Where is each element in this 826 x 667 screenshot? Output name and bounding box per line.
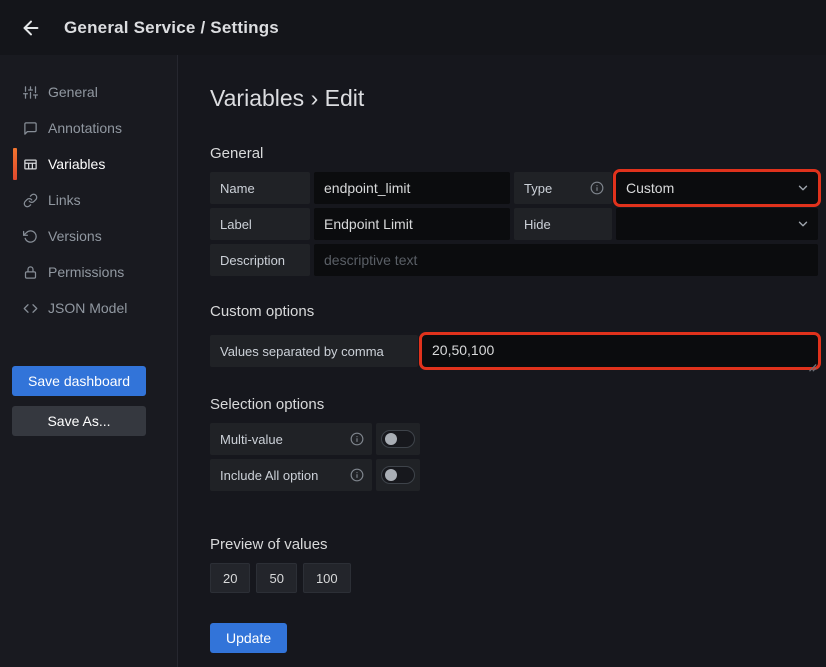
update-button[interactable]: Update bbox=[210, 623, 287, 653]
back-button[interactable] bbox=[16, 13, 46, 43]
chevron-down-icon bbox=[796, 217, 810, 231]
include-all-label-text: Include All option bbox=[220, 468, 318, 483]
save-dashboard-button[interactable]: Save dashboard bbox=[12, 366, 146, 396]
sidebar-item-label: Annotations bbox=[48, 120, 122, 136]
include-all-toggle[interactable] bbox=[376, 459, 420, 491]
values-row: Values separated by comma 20,50,100 bbox=[210, 335, 818, 367]
hide-label-text: Hide bbox=[524, 217, 551, 232]
info-icon[interactable] bbox=[350, 468, 364, 482]
general-section-heading: General bbox=[210, 145, 263, 162]
selection-options-heading: Selection options bbox=[210, 396, 324, 413]
comment-icon bbox=[22, 120, 38, 136]
table-icon bbox=[22, 156, 38, 172]
preview-chips: 20 50 100 bbox=[210, 563, 351, 593]
label-input[interactable] bbox=[314, 208, 510, 240]
hide-select[interactable] bbox=[616, 208, 818, 240]
variables-edit-panel: Variables › Edit General Name Type Custo… bbox=[179, 55, 826, 667]
label-hide-row: Label Hide bbox=[210, 208, 818, 240]
sidebar-item-links[interactable]: Links bbox=[0, 182, 177, 218]
page-title: Variables › Edit bbox=[210, 85, 364, 112]
sidebar-item-variables[interactable]: Variables bbox=[0, 146, 177, 182]
code-icon bbox=[22, 300, 38, 316]
preview-chip: 50 bbox=[256, 563, 296, 593]
settings-sidebar: General Annotations Variables Links Vers… bbox=[0, 55, 178, 667]
description-input[interactable] bbox=[314, 244, 818, 276]
preview-chip: 100 bbox=[303, 563, 351, 593]
multi-value-label: Multi-value bbox=[210, 423, 372, 455]
sliders-icon bbox=[22, 84, 38, 100]
toggle-switch bbox=[381, 466, 415, 484]
top-header: General Service / Settings bbox=[0, 0, 826, 55]
lock-icon bbox=[22, 264, 38, 280]
toggle-switch bbox=[381, 430, 415, 448]
multi-value-row: Multi-value bbox=[210, 423, 818, 455]
settings-nav: General Annotations Variables Links Vers… bbox=[0, 55, 177, 326]
toggle-knob bbox=[385, 433, 397, 445]
sidebar-item-label: Permissions bbox=[48, 264, 124, 280]
type-select[interactable]: Custom bbox=[616, 172, 818, 204]
hide-field-label: Hide bbox=[514, 208, 612, 240]
label-field-label: Label bbox=[210, 208, 310, 240]
chevron-down-icon bbox=[796, 181, 810, 195]
type-field-label: Type bbox=[514, 172, 612, 204]
sidebar-item-versions[interactable]: Versions bbox=[0, 218, 177, 254]
name-input[interactable] bbox=[314, 172, 510, 204]
include-all-row: Include All option bbox=[210, 459, 818, 491]
multi-value-label-text: Multi-value bbox=[220, 432, 283, 447]
type-label-text: Type bbox=[524, 181, 552, 196]
sidebar-item-general[interactable]: General bbox=[0, 74, 177, 110]
description-row: Description bbox=[210, 244, 818, 276]
link-icon bbox=[22, 192, 38, 208]
sidebar-item-json-model[interactable]: JSON Model bbox=[0, 290, 177, 326]
name-field-label: Name bbox=[210, 172, 310, 204]
sidebar-item-permissions[interactable]: Permissions bbox=[0, 254, 177, 290]
values-textarea[interactable]: 20,50,100 bbox=[422, 335, 818, 367]
preview-chip: 20 bbox=[210, 563, 250, 593]
info-icon[interactable] bbox=[350, 432, 364, 446]
preview-heading: Preview of values bbox=[210, 536, 328, 553]
sidebar-item-label: JSON Model bbox=[48, 300, 127, 316]
name-type-row: Name Type Custom bbox=[210, 172, 818, 204]
info-icon[interactable] bbox=[590, 181, 604, 195]
sidebar-item-annotations[interactable]: Annotations bbox=[0, 110, 177, 146]
save-as-button[interactable]: Save As... bbox=[12, 406, 146, 436]
sidebar-item-label: Versions bbox=[48, 228, 102, 244]
values-field-label: Values separated by comma bbox=[210, 335, 418, 367]
sidebar-item-label: General bbox=[48, 84, 98, 100]
description-field-label: Description bbox=[210, 244, 310, 276]
sidebar-item-label: Links bbox=[48, 192, 81, 208]
toggle-knob bbox=[385, 469, 397, 481]
arrow-left-icon bbox=[20, 17, 42, 39]
custom-options-heading: Custom options bbox=[210, 303, 314, 320]
history-icon bbox=[22, 228, 38, 244]
multi-value-toggle[interactable] bbox=[376, 423, 420, 455]
sidebar-item-label: Variables bbox=[48, 156, 105, 172]
resize-handle[interactable] bbox=[807, 362, 817, 372]
include-all-label: Include All option bbox=[210, 459, 372, 491]
page-breadcrumb-title: General Service / Settings bbox=[64, 18, 279, 38]
type-select-value: Custom bbox=[626, 180, 674, 196]
